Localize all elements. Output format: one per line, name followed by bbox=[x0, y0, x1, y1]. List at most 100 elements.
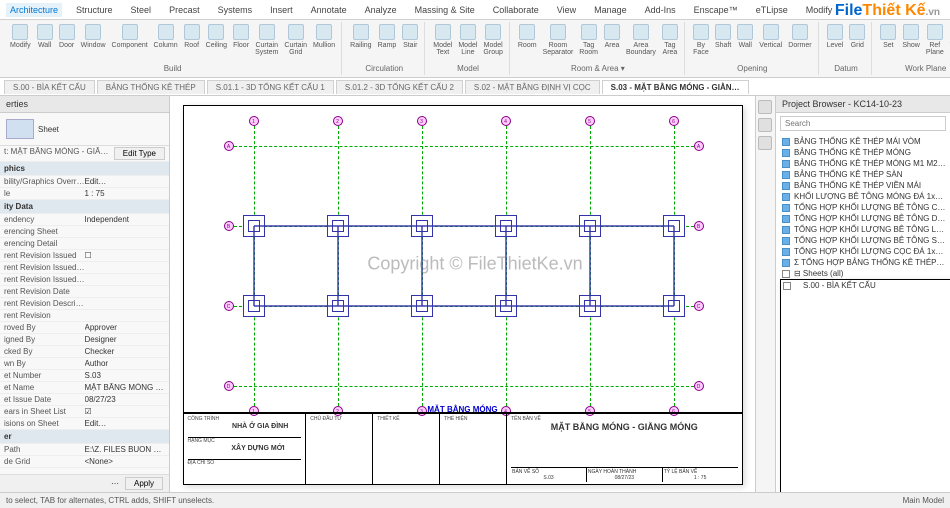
tree-schedule-item[interactable]: TỔNG HỢP KHỐI LƯỢNG BÊ TÔNG LÓT … bbox=[780, 224, 946, 235]
ribbon-tab[interactable]: Insert bbox=[266, 3, 297, 17]
props-value[interactable]: Edit… bbox=[85, 419, 166, 428]
ribbon-tab[interactable]: Analyze bbox=[361, 3, 401, 17]
props-row[interactable]: ears in Sheet List☑ bbox=[0, 406, 169, 418]
ribbon-tab[interactable]: eTLipse bbox=[752, 3, 792, 17]
ribbon-button[interactable]: Wall bbox=[737, 24, 753, 56]
props-value[interactable]: ☐ bbox=[85, 251, 166, 260]
ribbon-button[interactable]: Room Separator bbox=[543, 24, 574, 56]
ribbon-button[interactable]: Tag Room bbox=[579, 24, 598, 56]
props-value[interactable]: Independent bbox=[85, 215, 166, 224]
props-value[interactable] bbox=[85, 263, 166, 272]
ribbon-button[interactable]: Ramp bbox=[378, 24, 397, 49]
ribbon-button[interactable]: Roof bbox=[184, 24, 200, 56]
cube-icon[interactable] bbox=[758, 136, 772, 150]
props-row[interactable]: rent Revision Issued☐ bbox=[0, 250, 169, 262]
ribbon-tab[interactable]: Architecture bbox=[6, 3, 62, 17]
ribbon-tab[interactable]: Annotate bbox=[307, 3, 351, 17]
props-value[interactable] bbox=[85, 311, 166, 320]
ribbon-button[interactable]: Stair bbox=[402, 24, 418, 49]
edit-type-button[interactable]: Edit Type bbox=[114, 147, 165, 160]
document-tab[interactable]: S.02 - MẶT BẰNG ĐỊNH VỊ CỌC bbox=[465, 80, 600, 94]
props-value[interactable]: 1 : 75 bbox=[85, 189, 166, 198]
ribbon-tab[interactable]: Add-Ins bbox=[641, 3, 680, 17]
ribbon-button[interactable]: Show bbox=[902, 24, 920, 56]
props-value[interactable]: Designer bbox=[85, 335, 166, 344]
tree-sheposition-header[interactable]: ⊟ Sheets (all) bbox=[780, 268, 946, 279]
ribbon-button[interactable]: Area bbox=[604, 24, 620, 56]
browser-search-input[interactable] bbox=[780, 116, 946, 131]
ribbon-button[interactable]: Mullion bbox=[313, 24, 335, 56]
props-value[interactable]: ☑ bbox=[85, 407, 166, 416]
ribbon-button[interactable]: Curtain System bbox=[255, 24, 278, 56]
nav-wheel-icon[interactable] bbox=[758, 100, 772, 114]
ribbon-button[interactable]: Model Group bbox=[483, 24, 502, 56]
tree-sheet-item[interactable]: S.00 - BÌA KẾT CẤU bbox=[780, 279, 950, 494]
tree-schedule-item[interactable]: BẢNG THỐNG KÊ THÉP MÓNG bbox=[780, 147, 946, 158]
props-row[interactable]: wn ByAuthor bbox=[0, 358, 169, 370]
props-row[interactable]: erencing Detail bbox=[0, 238, 169, 250]
props-row[interactable]: de Grid<None> bbox=[0, 456, 169, 468]
ribbon-tab[interactable]: Collaborate bbox=[489, 3, 543, 17]
props-row[interactable]: et NumberS.03 bbox=[0, 370, 169, 382]
ribbon-button[interactable]: By Face bbox=[693, 24, 709, 56]
ribbon-button[interactable]: Model Text bbox=[433, 24, 452, 56]
ribbon-tab[interactable]: Structure bbox=[72, 3, 117, 17]
ribbon-tab[interactable]: Enscape™ bbox=[690, 3, 742, 17]
ribbon-button[interactable]: Column bbox=[154, 24, 178, 56]
tree-schedule-item[interactable]: BẢNG THỐNG KÊ THÉP MÓNG M1 M2 M3 bbox=[780, 158, 946, 169]
document-tab[interactable]: S.01.2 - 3D TỔNG KẾT CẤU 2 bbox=[336, 80, 463, 94]
props-row[interactable]: rent Revision bbox=[0, 310, 169, 322]
props-value[interactable]: Checker bbox=[85, 347, 166, 356]
apply-button[interactable]: Apply bbox=[125, 477, 163, 490]
props-section-header[interactable]: phics bbox=[0, 162, 169, 176]
props-value[interactable] bbox=[85, 239, 166, 248]
document-tab[interactable]: S.03 - MẶT BẰNG MÓNG - GIẰN… bbox=[602, 80, 749, 94]
ribbon-button[interactable]: Tag Area bbox=[662, 24, 678, 56]
props-value[interactable]: E:\Z. FILES BUON BAN\N… bbox=[85, 445, 166, 454]
props-section-header[interactable]: er bbox=[0, 430, 169, 444]
props-row[interactable]: bility/Graphics Overrid…Edit… bbox=[0, 176, 169, 188]
props-value[interactable]: Approver bbox=[85, 323, 166, 332]
ribbon-button[interactable]: Railing bbox=[350, 24, 371, 49]
tree-schedule-item[interactable]: BẢNG THỐNG KÊ THÉP SÀN bbox=[780, 169, 946, 180]
ribbon-button[interactable]: Door bbox=[59, 24, 75, 56]
tree-schedule-item[interactable]: TỔNG HỢP KHỐI LƯỢNG BÊ TÔNG DẦM ĐÁ … bbox=[780, 213, 946, 224]
tree-schedule-item[interactable]: Σ TỔNG HỢP BẢNG THỐNG KÊ THÉP THEO C… bbox=[780, 257, 946, 268]
ribbon-button[interactable]: Set bbox=[880, 24, 896, 56]
home-icon[interactable] bbox=[758, 118, 772, 132]
ribbon-tab[interactable]: Manage bbox=[590, 3, 631, 17]
props-help-icon[interactable]: ⋯ bbox=[111, 479, 119, 488]
props-value[interactable] bbox=[85, 299, 166, 308]
ribbon-tab[interactable]: Steel bbox=[127, 3, 156, 17]
tree-schedule-item[interactable]: BẢNG THỐNG KÊ THÉP MÁI VÒM bbox=[780, 136, 946, 147]
props-row[interactable]: rent Revision Descripti… bbox=[0, 298, 169, 310]
ribbon-button[interactable]: Dormer bbox=[788, 24, 811, 56]
props-value[interactable]: MẶT BẰNG MÓNG - GIẰ… bbox=[85, 383, 166, 392]
ribbon-button[interactable]: Ceiling bbox=[206, 24, 227, 56]
drawing-canvas[interactable]: 112233445566AABBCCDD MẶT BẰNG MÓNG CÔNG … bbox=[170, 96, 755, 494]
tree-schedule-item[interactable]: TỔNG HỢP KHỐI LƯỢNG CỌC ĐÁ 1x2 M250 … bbox=[780, 246, 946, 257]
props-row[interactable]: rent Revision Issued To bbox=[0, 274, 169, 286]
props-value[interactable]: Author bbox=[85, 359, 166, 368]
ribbon-tab[interactable]: Precast bbox=[165, 3, 204, 17]
ribbon-button[interactable]: Level bbox=[827, 24, 844, 49]
ribbon-button[interactable]: Ref Plane bbox=[926, 24, 944, 56]
props-section-header[interactable]: ity Data bbox=[0, 200, 169, 214]
props-row[interactable]: erencing Sheet bbox=[0, 226, 169, 238]
props-row[interactable]: roved ByApprover bbox=[0, 322, 169, 334]
ribbon-button[interactable]: Wall bbox=[37, 24, 53, 56]
ribbon-button[interactable]: Vertical bbox=[759, 24, 782, 56]
ribbon-button[interactable]: Room bbox=[518, 24, 537, 56]
ribbon-tab[interactable]: Systems bbox=[214, 3, 257, 17]
tree-schedule-item[interactable]: TỔNG HỢP KHỐI LƯỢNG BÊ TÔNG CỘT ĐÁ … bbox=[780, 202, 946, 213]
ribbon-tab[interactable]: View bbox=[553, 3, 580, 17]
ribbon-button[interactable]: Area Boundary bbox=[626, 24, 656, 56]
props-value[interactable] bbox=[85, 287, 166, 296]
props-row[interactable]: isions on SheetEdit… bbox=[0, 418, 169, 430]
props-row[interactable]: le1 : 75 bbox=[0, 188, 169, 200]
ribbon-tab[interactable]: Massing & Site bbox=[411, 3, 479, 17]
tree-schedule-item[interactable]: KHỐI LƯỢNG BÊ TÔNG MÓNG ĐÁ 1x2 M250 bbox=[780, 191, 946, 202]
props-row[interactable]: endencyIndependent bbox=[0, 214, 169, 226]
tree-schedule-item[interactable]: TỔNG HỢP KHỐI LƯỢNG BÊ TÔNG SÀN … bbox=[780, 235, 946, 246]
document-tab[interactable]: S.00 - BÌA KẾT CẤU bbox=[4, 80, 95, 94]
